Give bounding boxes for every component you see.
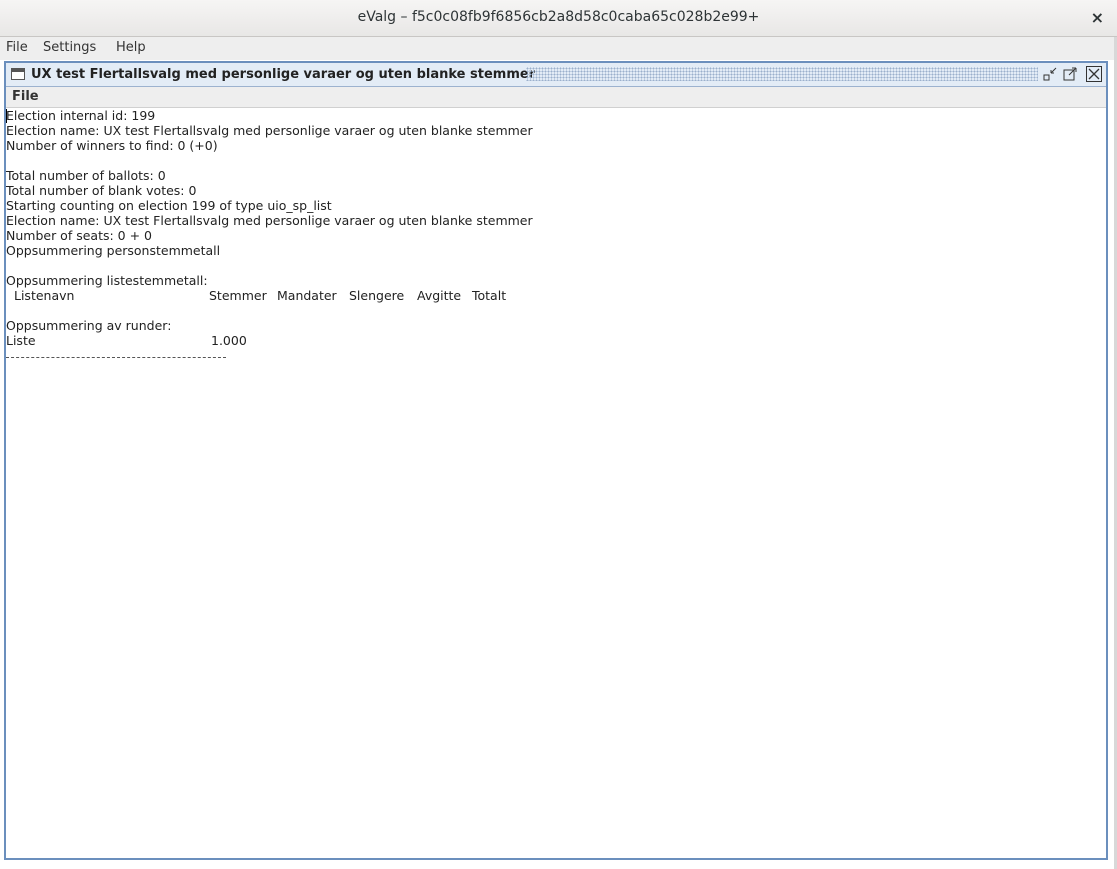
menu-file[interactable]: File <box>6 40 28 55</box>
header-slengere: Slengere <box>349 288 405 303</box>
output-line: Number of seats: 0 + 0 <box>6 228 152 243</box>
internal-frame-title: UX test Flertallsvalg med personlige var… <box>31 67 536 82</box>
titlebar-grip <box>526 67 1038 81</box>
output-line: Oppsummering personstemmetall <box>6 243 221 258</box>
output-line: Number of winners to find: 0 (+0) <box>6 138 218 153</box>
output-line: Election name: UX test Flertallsvalg med… <box>6 123 533 138</box>
output-line: Election name: UX test Flertallsvalg med… <box>6 213 533 228</box>
header-listenavn: Listenavn <box>14 288 75 303</box>
rounds-row-value: 1.000 <box>211 333 247 348</box>
internal-menu-file[interactable]: File <box>12 89 39 104</box>
iconify-icon[interactable] <box>1042 66 1058 82</box>
header-mandater: Mandater <box>277 288 337 303</box>
header-totalt: Totalt <box>472 288 507 303</box>
window-titlebar: eValg – f5c0c08fb9f6856cb2a8d58c0caba65c… <box>0 0 1117 37</box>
internal-menubar: File <box>6 87 1106 108</box>
menu-help[interactable]: Help <box>116 40 146 55</box>
window-close-icon[interactable]: × <box>1091 8 1104 28</box>
header-stemmer: Stemmer <box>209 288 267 303</box>
output-line: Total number of blank votes: 0 <box>6 183 197 198</box>
menu-settings[interactable]: Settings <box>43 40 96 55</box>
window-icon <box>11 68 25 80</box>
output-line: Total number of ballots: 0 <box>6 168 166 183</box>
output-text-area[interactable]: Election internal id: 199 Election name:… <box>6 108 1106 858</box>
close-icon[interactable] <box>1086 66 1102 82</box>
internal-frame: UX test Flertallsvalg med personlige var… <box>4 61 1108 860</box>
main-menubar: File Settings Help <box>0 37 1117 60</box>
internal-frame-titlebar[interactable]: UX test Flertallsvalg med personlige var… <box>6 63 1106 87</box>
output-line: Oppsummering listestemmetall: <box>6 273 208 288</box>
separator-line <box>6 357 226 358</box>
rounds-row-label: Liste <box>6 333 36 348</box>
output-line: Election internal id: 199 <box>6 108 156 123</box>
window-title: eValg – f5c0c08fb9f6856cb2a8d58c0caba65c… <box>357 9 760 25</box>
rounds-heading: Oppsummering av runder: <box>6 318 172 333</box>
output-line: Starting counting on election 199 of typ… <box>6 198 332 213</box>
header-avgitte: Avgitte <box>417 288 462 303</box>
maximize-icon[interactable] <box>1062 66 1078 82</box>
